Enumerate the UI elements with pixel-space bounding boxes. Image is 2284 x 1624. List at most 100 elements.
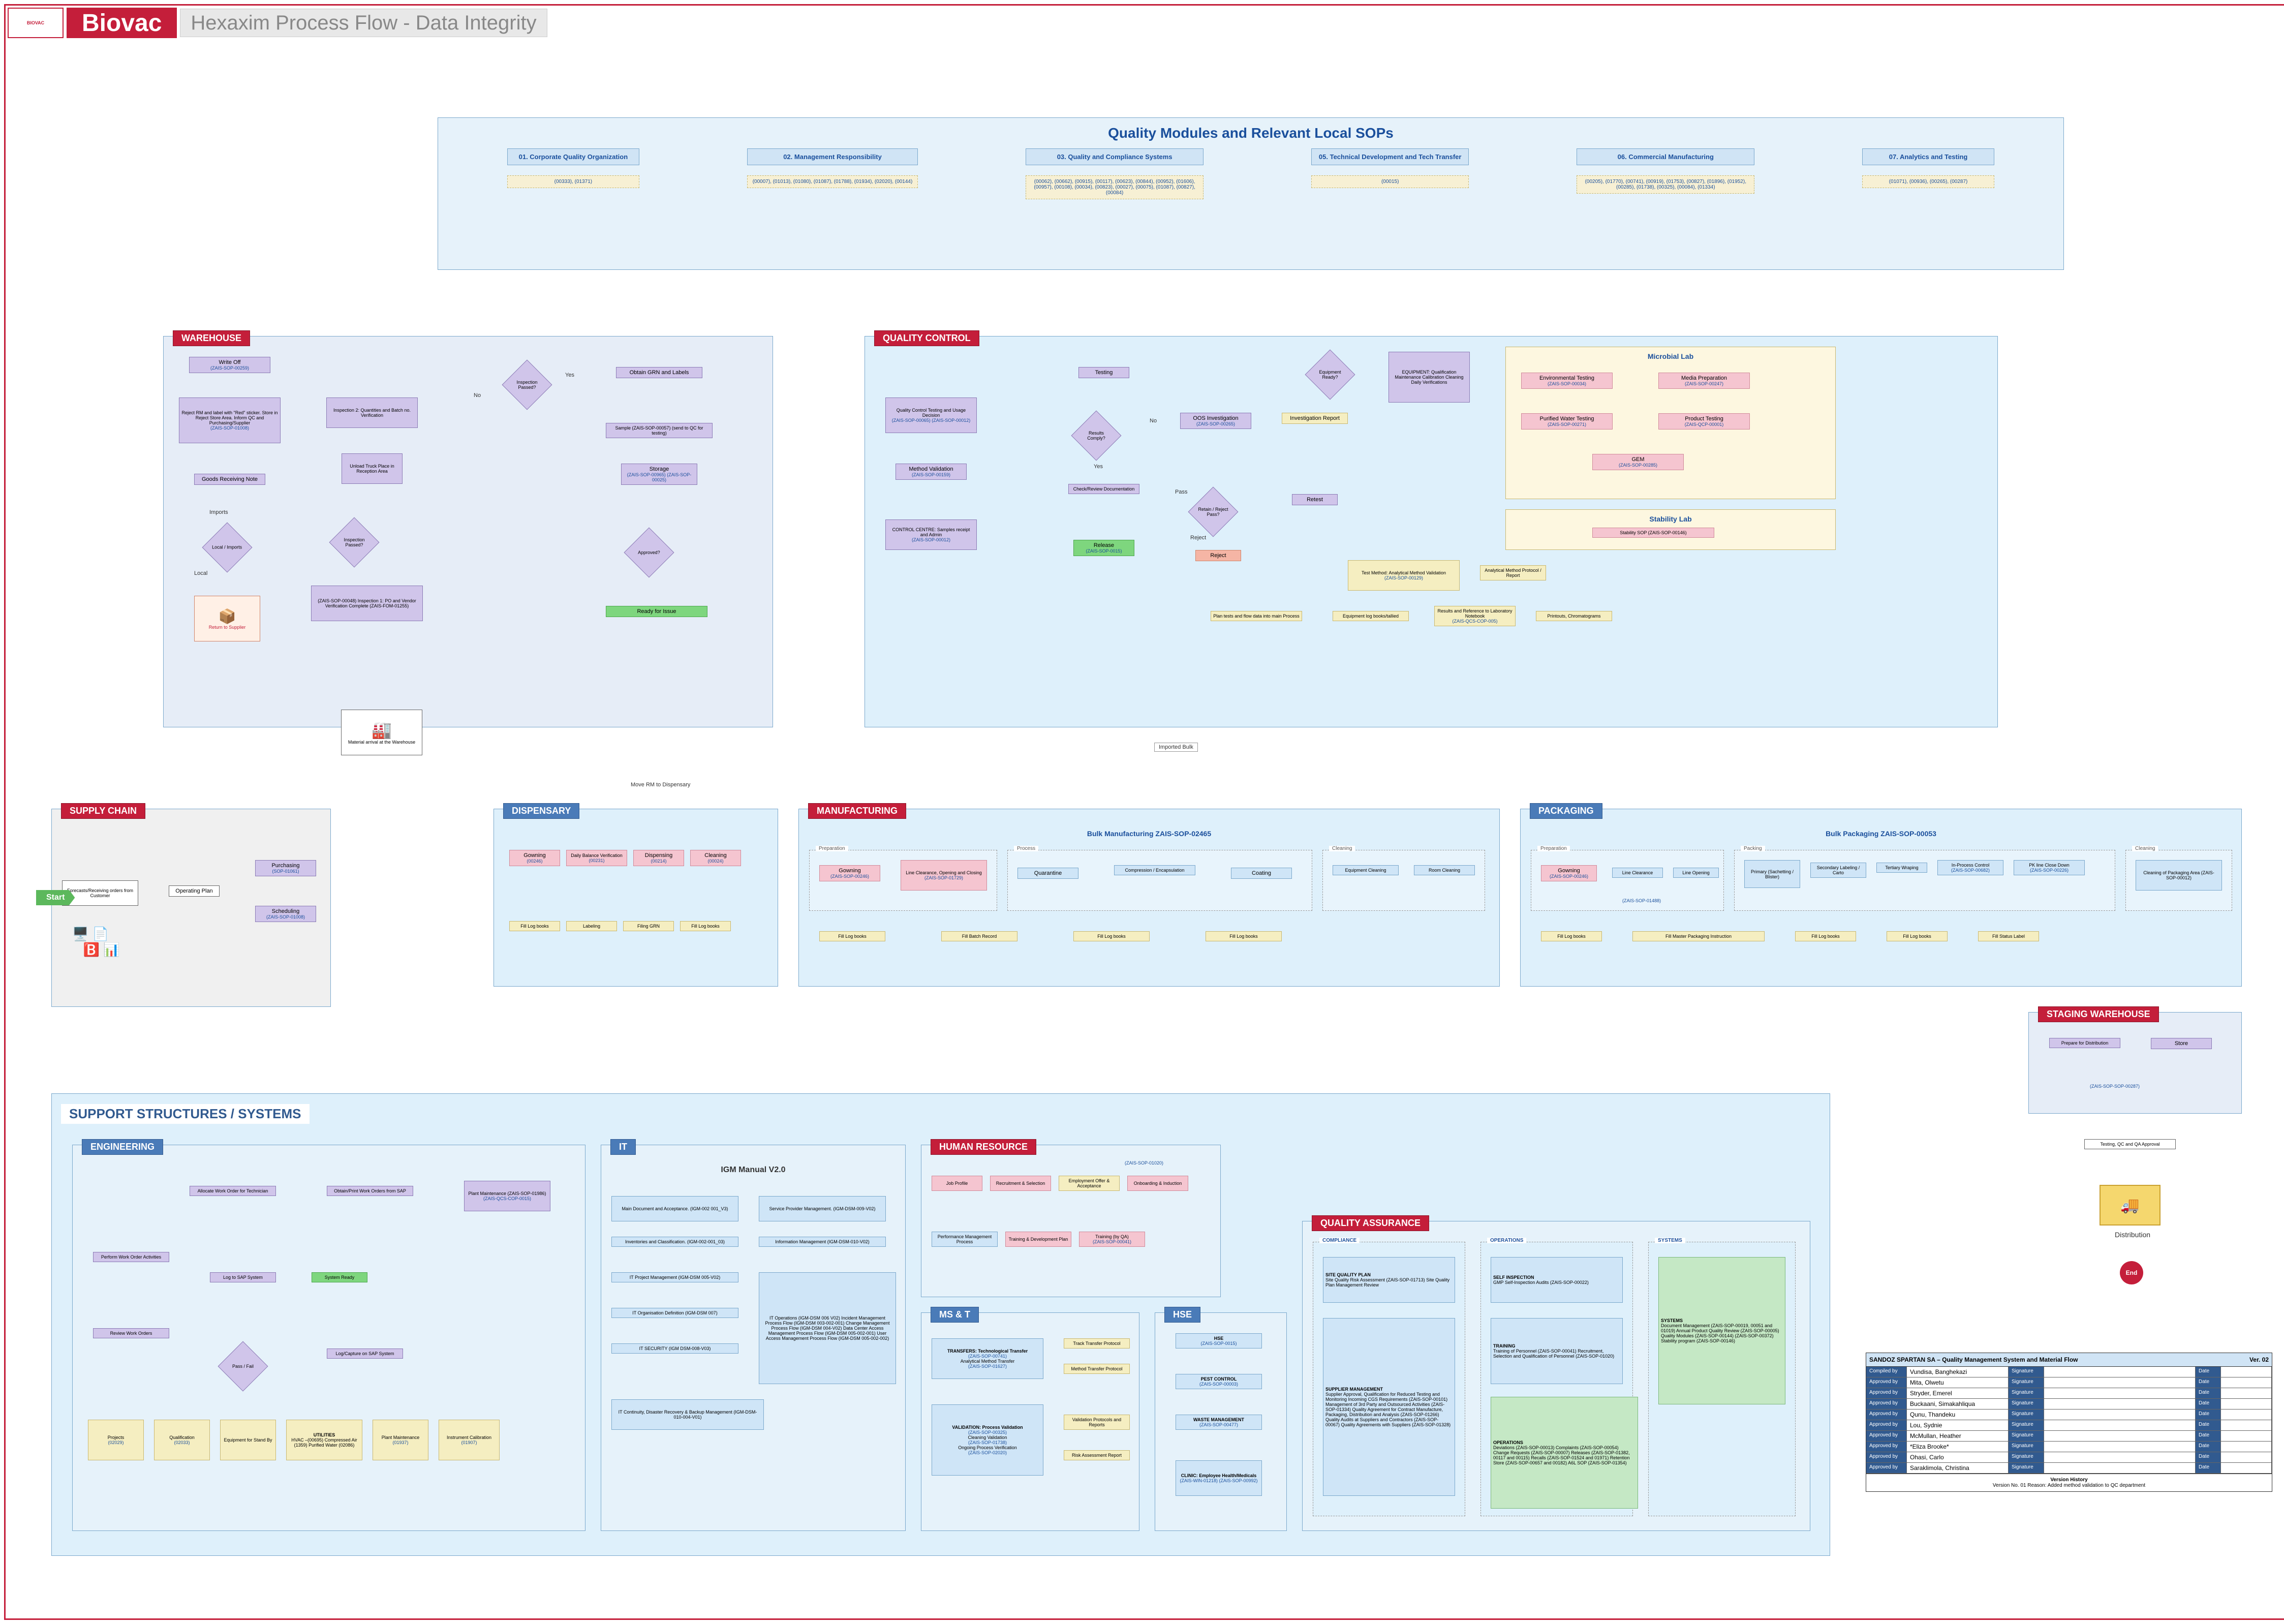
table-row: Approved byBuckaani, SimakahliquaSignatu…: [1866, 1399, 2272, 1409]
pkg-close-node: PK line Close Down(ZAIS-SOP-00226): [2014, 860, 2085, 875]
eng-review-node: Review Work Orders: [93, 1328, 169, 1338]
it-manual-title: IGM Manual V2.0: [721, 1166, 785, 1175]
staging-wh-area: STAGING WAREHOUSE Prepare for Distributi…: [2028, 1012, 2242, 1114]
qm-sop-list: (00205), (01770), (00741), (00919), (017…: [1577, 175, 1754, 194]
pkg-status-doc: Fill Status Label: [1978, 931, 2039, 941]
writeoff-node: Write Off(ZAIS-SOP-00259): [189, 357, 270, 373]
storage-node: Storage(ZAIS-SOP-00965) (ZAIS-SOP-00025): [621, 464, 697, 485]
table-row: Approved bySaraklimola, ChristinaSignatu…: [1866, 1463, 2272, 1474]
qa-train-node: TRAININGTraining of Personnel (ZAIS-SOP-…: [1491, 1318, 1623, 1384]
manu-lc-node: Line Clearance, Opening and Closing(ZAIS…: [901, 860, 987, 891]
unload-node: Unload Truck Place in Reception Area: [342, 453, 403, 484]
qm-column: 06. Commercial Manufacturing(00205), (01…: [1577, 148, 1754, 199]
eng-pmaint-doc: Plant Maintenance(01937): [373, 1420, 428, 1460]
control-centre-node: CONTROL CENTRE: Samples receipt and Admi…: [885, 519, 977, 550]
hse-clinic-node: CLINIC: Employee Health/Medicals(ZAIS-WI…: [1176, 1460, 1262, 1496]
mst-mtp-doc: Method Transfer Protocol: [1064, 1364, 1130, 1374]
hr-rs-node: Recruitment & Selection: [990, 1176, 1051, 1191]
warehouse-area: WAREHOUSE Write Off(ZAIS-SOP-00259) Reje…: [163, 336, 773, 727]
eng-title: ENGINEERING: [82, 1139, 163, 1155]
reject-rm-node: Reject RM and label with "Red" sticker. …: [179, 397, 281, 443]
supply-chain-area: SUPPLY CHAIN Forecasts/Receiving orders …: [51, 809, 331, 1007]
hr-pmp-node: Performance Management Process: [932, 1232, 998, 1247]
qm-sop-list: (00015): [1311, 175, 1469, 188]
stability-lab-panel: Stability Lab Stability SOP (ZAIS-SOP-00…: [1505, 509, 1836, 550]
mst-transfers-node: TRANSFERS: Technological Transfer(ZAIS-S…: [932, 1338, 1043, 1379]
eng-obtain-node: Obtain/Print Work Orders from SAP: [327, 1186, 413, 1196]
manu-eqclean-node: Equipment Cleaning: [1333, 865, 1399, 875]
approved-diamond: Approved?: [624, 528, 674, 578]
operating-plan-node: Operating Plan: [169, 885, 220, 897]
hse-waste-node: WASTE MANAGEMENT(ZAIS-SOP-00477): [1176, 1415, 1262, 1430]
eng-log-node: Log to SAP System: [210, 1272, 276, 1282]
manu-process-seg: Process: [1007, 850, 1312, 911]
qm-sop-list: (00007), (01013), (01080), (01087), (017…: [747, 175, 918, 188]
it-title: IT: [610, 1139, 636, 1155]
start-flag: Start: [36, 890, 75, 905]
qm-row: 01. Corporate Quality Organization (00333…: [438, 148, 2063, 199]
pkg-cleanpkg-node: Cleaning of Packaging Area (ZAIS-SOP-000…: [2136, 860, 2222, 891]
qa-ops-node: OPERATIONSDeviations (ZAIS-SOP-00013) Co…: [1491, 1397, 1638, 1509]
sample-node: Sample (ZAIS-SOP-00057) (send to QC for …: [606, 423, 713, 438]
qm-column: 02. Management Responsibility(00007), (0…: [747, 148, 918, 199]
manu-quar-node: Quarantine: [1017, 868, 1078, 879]
plan-flow-node: Plan tests and flow data into main Proce…: [1211, 611, 1302, 621]
local-label: Local: [194, 570, 207, 576]
support-area: SUPPORT STRUCTURES / SYSTEMS ENGINEERING…: [51, 1093, 1830, 1556]
test-method-node: Test Method: Analytical Method Validatio…: [1348, 560, 1460, 591]
qm-column: 01. Corporate Quality Organization (00333…: [507, 148, 639, 199]
quality-modules-panel: Quality Modules and Relevant Local SOPs …: [438, 117, 2064, 270]
amp-report-node: Analytical Method Protocol / Report: [1480, 565, 1546, 580]
distribution-label: Distribution: [2115, 1231, 2150, 1239]
hr-area: HUMAN RESOURCE (ZAIS-SOP-01020) Job Prof…: [921, 1145, 1221, 1297]
hr-oi-node: Onboarding & Induction: [1127, 1176, 1188, 1191]
hr-tq-node: Training (by QA)(ZAIS-SOP-00041): [1079, 1232, 1145, 1247]
pkg-secondary-node: Secondary Labeling / Carto: [1810, 863, 1866, 878]
packaging-area: PACKAGING Bulk Packaging ZAIS-SOP-00053 …: [1520, 809, 2242, 987]
qm-sop-list: (00333), (01371): [507, 175, 639, 188]
truck-icon: 🚚: [2100, 1185, 2160, 1225]
material-arrival-node: 🏭Material arrival at the Warehouse: [341, 710, 422, 755]
it-proj-node: IT Project Management (IGM-DSM 005-V02): [611, 1272, 738, 1282]
qa-sys-node: SYSTEMSDocument Management (ZAIS-SOP-000…: [1658, 1257, 1785, 1404]
lab-notebook-node: Results and Reference to Laboratory Note…: [1434, 606, 1516, 626]
pkg-mpi-doc: Fill Master Packaging Instruction: [1632, 931, 1765, 941]
support-title: SUPPORT STRUCTURES / SYSTEMS: [61, 1104, 310, 1124]
it-info-node: Information Management (IGM-DSM-010-V02): [759, 1237, 886, 1247]
it-ops-node: IT Operations (IGM-DSM 006 V02) Incident…: [759, 1272, 896, 1384]
disp-dispensing-node: Dispensing(00214): [633, 850, 684, 866]
no-label: No: [474, 392, 481, 399]
warehouse-title: WAREHOUSE: [173, 330, 250, 346]
manu-clean-seg: Cleaning: [1322, 850, 1485, 911]
hr-title: HUMAN RESOURCE: [931, 1139, 1036, 1155]
it-main-node: Main Document and Acceptance. (IGM-002 0…: [611, 1196, 738, 1221]
biovac-logo: BIOVAC: [8, 8, 64, 38]
qm-module-box: 01. Corporate Quality Organization: [507, 148, 639, 165]
microbial-lab-panel: Microbial Lab Environmental Testing(ZAIS…: [1505, 347, 1836, 499]
qm-sop-list: (00062), (00662), (00915), (00117), (006…: [1026, 175, 1203, 199]
table-header: SANDOZ SPARTAN SA – Quality Management S…: [1866, 1353, 2272, 1367]
inspection1-node: (ZAIS-SOP-00048) Inspection 1: PO and Ve…: [311, 586, 423, 621]
qm-module-box: 03. Quality and Compliance Systems: [1026, 148, 1203, 165]
pass-lbl: Pass: [1175, 489, 1187, 495]
qm-column: 07. Analytics and Testing(01071), (00936…: [1862, 148, 1994, 199]
return-supplier-node: 📦Return to Supplier: [194, 596, 260, 641]
qc-area: QUALITY CONTROL Quality Control Testing …: [865, 336, 1998, 727]
pkg-ipc-node: In-Process Control(ZAIS-SOP-00682): [1937, 860, 2003, 875]
stgwh-title: STAGING WAREHOUSE: [2038, 1006, 2159, 1022]
pkg-gowning-node: Gowning(ZAIS-SOP-00246): [1541, 865, 1597, 881]
scheduling-node: Scheduling(ZAIS-SOP-01008): [255, 906, 316, 922]
disp-gowning-node: Gowning(00246): [509, 850, 560, 866]
page-subtitle: Hexaxim Process Flow - Data Integrity: [180, 9, 547, 37]
engineering-area: ENGINEERING Allocate Work Order for Tech…: [72, 1145, 585, 1531]
inspection-passed-diamond-2: Inspection Passed?: [329, 517, 380, 568]
hse-area: HSE HSE(ZAIS-SOP-0015) PEST CONTROL(ZAIS…: [1155, 1312, 1287, 1531]
manu-title: MANUFACTURING: [808, 803, 906, 819]
table-row: Approved byOhasi, CarloSignatureDate: [1866, 1452, 2272, 1463]
pkg-title: PACKAGING: [1530, 803, 1602, 819]
eng-allocate-node: Allocate Work Order for Technician: [190, 1186, 276, 1196]
disp-logs-doc: Fill Log books: [509, 921, 560, 931]
stability-sop-node: Stability SOP (ZAIS-SOP-00146): [1592, 528, 1714, 538]
qc-qa-approval-node: Testing, QC and QA Approval: [2084, 1139, 2176, 1149]
hr-jp-node: Job Profile: [932, 1176, 982, 1191]
